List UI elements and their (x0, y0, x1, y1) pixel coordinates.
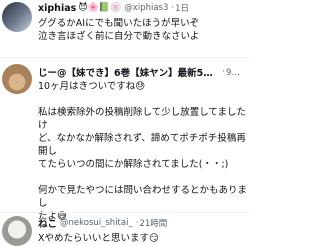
tweet-1[interactable]: xiphias 😈🌸📗🍥 @xiphias3 · 1日 ググるかAIにでも聞いた… (0, 0, 250, 56)
avatar[interactable] (2, 2, 32, 32)
tweet-line: てたらいつの間にか解除されてました(・・;) (38, 159, 229, 170)
handle[interactable]: @xiphias3 (124, 3, 168, 13)
tweet-2[interactable]: じー@【妹でき】6巻【妹ヤン】最新5巻… · 9時間 10ヶ月はきついですね😓 … (0, 62, 250, 222)
display-name[interactable]: じー@【妹でき】6巻【妹ヤン】最新5巻… (38, 65, 219, 79)
tweet-divider (0, 212, 250, 213)
tweet-line: 10ヶ月はきついですね😓 (38, 81, 146, 92)
tweet-text: ググるかAIにでも聞いたほうが早いぞ 泣き言ほざく前に自分で動きなさいよ (38, 17, 248, 43)
tweet-text: Xやめたらいいと思います😏 (38, 232, 248, 245)
tweet-header: じー@【妹でき】6巻【妹ヤン】最新5巻… · 9時間 (38, 65, 248, 79)
name-emojis: 😈🌸📗🍥 (78, 3, 122, 13)
avatar[interactable] (2, 64, 32, 94)
tweet-line: 何かで見たやつには問い合わせするとかもありまし (38, 185, 248, 209)
timestamp[interactable]: 21時間 (139, 217, 167, 229)
tweet-line: ど、なかなか解除されず、諦めてポチポチ投稿再開し (38, 133, 246, 157)
tweet-header: xiphias 😈🌸📗🍥 @xiphias3 · 1日 (38, 1, 248, 15)
separator-dot: · (171, 3, 175, 13)
tweet-text: 10ヶ月はきついですね😓 私は検索除外の投稿削除して少し放置してましたけ ど、な… (38, 80, 248, 223)
separator-dot: · (222, 67, 225, 77)
tweet-line: 私は検索除外の投稿削除して少し放置してましたけ (38, 107, 246, 131)
display-name[interactable]: xiphias (38, 3, 76, 14)
timestamp[interactable]: 9時間 (226, 66, 248, 78)
separator-dot: · (135, 218, 139, 228)
tweet-header: ねこ @nekosui_shitai_ · 21時間 (38, 216, 248, 230)
tweet-line: ググるかAIにでも聞いたほうが早いぞ (38, 18, 200, 29)
display-name[interactable]: ねこ (38, 216, 57, 230)
avatar[interactable] (2, 216, 32, 246)
handle[interactable]: @nekosui_shitai_ (60, 218, 133, 228)
tweet-3[interactable]: ねこ @nekosui_shitai_ · 21時間 Xやめたらいいと思います😏 (0, 215, 250, 246)
tweet-line: 泣き言ほざく前に自分で動きなさいよ (38, 31, 200, 42)
tweet-line: Xやめたらいいと思います😏 (38, 233, 159, 244)
tweet-divider (0, 57, 250, 58)
timestamp[interactable]: 1日 (175, 2, 189, 14)
